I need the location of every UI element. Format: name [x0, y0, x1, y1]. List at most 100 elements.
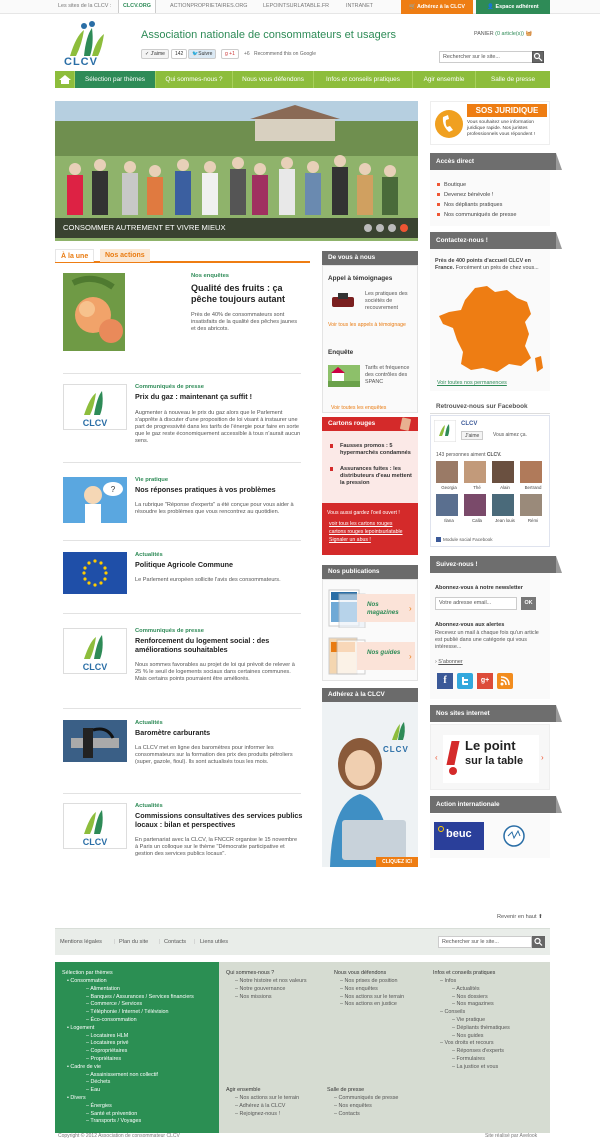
- footer-heading[interactable]: Qui sommes-nous ?: [226, 970, 274, 977]
- footer-link[interactable]: – Adhérez à la CLCV: [235, 1103, 285, 1110]
- slider-dot-4[interactable]: [400, 224, 408, 232]
- footer-theme-link[interactable]: – Propriétaires: [86, 1056, 121, 1063]
- cartons-link[interactable]: voir tous les cartons rouges: [329, 521, 392, 527]
- footer-search-button[interactable]: [532, 936, 545, 948]
- cartons-link[interactable]: cartons rouges lepointsurlatable: [329, 529, 403, 535]
- footer-link[interactable]: – La justice et vous: [452, 1064, 498, 1071]
- article-item[interactable]: CLCV Communiqués de presse Prix du gaz :…: [63, 384, 301, 454]
- rss-icon[interactable]: [497, 673, 513, 689]
- sos-juridique-box[interactable]: SOS JURIDIQUE Vous souhaitez une informa…: [430, 101, 550, 145]
- footer-link[interactable]: – Vie pratique: [452, 1017, 485, 1024]
- nav-infos-conseils[interactable]: Infos et conseils pratiques: [314, 71, 413, 88]
- footer-theme-link[interactable]: – Eau: [86, 1087, 100, 1094]
- slider-dot-1[interactable]: [364, 224, 372, 232]
- publication-magazines[interactable]: Nos magazines: [367, 601, 411, 617]
- footer-theme-link[interactable]: – Téléphonie / Internet / Télévision: [86, 1009, 169, 1016]
- footer-heading[interactable]: Nous vous défendons: [334, 970, 386, 977]
- fb-fan-avatar[interactable]: [492, 494, 514, 516]
- newsletter-email-input[interactable]: Votre adresse email...: [435, 597, 517, 610]
- publication-guides[interactable]: Nos guides: [367, 649, 411, 657]
- footer-theme-link[interactable]: – Alimentation: [86, 986, 120, 993]
- appel-link[interactable]: Voir tous les appels à témoignage: [328, 322, 414, 328]
- footer-theme-link[interactable]: – Éco-consommation: [86, 1017, 137, 1024]
- footer-link[interactable]: – Nos actions en justice: [340, 1001, 397, 1008]
- footer-theme-link[interactable]: • Cadre de vie: [67, 1064, 101, 1071]
- chevron-right-icon[interactable]: ›: [541, 753, 544, 762]
- contact-link[interactable]: Voir toutes nos permanences: [437, 380, 507, 386]
- footer-link-contacts[interactable]: Contacts: [164, 939, 186, 945]
- enquete-link[interactable]: Voir toutes les enquêtes: [331, 405, 386, 411]
- article-title[interactable]: Politique Agricole Commune: [135, 560, 305, 569]
- footer-link[interactable]: – Actualités: [452, 986, 480, 993]
- article-title[interactable]: Nos réponses pratiques à vos problèmes: [135, 485, 305, 494]
- footer-heading[interactable]: Salle de presse: [327, 1087, 364, 1094]
- article-title[interactable]: Commissions consultatives des services p…: [135, 811, 305, 829]
- footer-heading[interactable]: Agir ensemble: [226, 1087, 260, 1094]
- google-plus-button[interactable]: g +1: [221, 49, 239, 59]
- tab-a-la-une[interactable]: À la une: [55, 249, 95, 262]
- article-item[interactable]: Actualités Politique Agricole Commune Le…: [63, 552, 301, 600]
- cartons-link[interactable]: Signaler un abus !: [329, 537, 371, 543]
- panier[interactable]: PANIER (0 article(s)) 🧺: [474, 31, 532, 37]
- adherez-promo[interactable]: CLCV CLIQUEZ ICI: [322, 702, 418, 867]
- fb-like-button[interactable]: J'aime: [461, 431, 484, 440]
- fb-fan-avatar[interactable]: [520, 494, 542, 516]
- footer-link[interactable]: – Communiqués de presse: [334, 1095, 398, 1102]
- slider-dot-2[interactable]: [376, 224, 384, 232]
- nav-salle-de-presse[interactable]: Salle de presse: [476, 71, 550, 88]
- chevron-left-icon[interactable]: ‹: [435, 753, 438, 762]
- nav-agir-ensemble[interactable]: Agir ensemble: [413, 71, 476, 88]
- search-input[interactable]: Rechercher sur le site...: [439, 51, 544, 63]
- footer-link[interactable]: – Nos guides: [452, 1033, 483, 1040]
- fb-page-name[interactable]: CLCV: [461, 421, 477, 427]
- twitter-follow-button[interactable]: 🐦Suivre: [188, 49, 217, 59]
- footer-theme-link[interactable]: – Déchets: [86, 1079, 110, 1086]
- acces-item[interactable]: Boutique: [437, 182, 466, 188]
- acces-item[interactable]: Devenez bénévole !: [437, 192, 493, 198]
- footer-theme-link[interactable]: – Transports / Voyages: [86, 1118, 141, 1125]
- sabonner-link[interactable]: › S'abonner: [435, 659, 463, 665]
- enquete-text[interactable]: Tarifs et fréquence des contrôles des SP…: [365, 365, 415, 386]
- article-item[interactable]: ? Vie pratique Nos réponses pratiques à …: [63, 477, 301, 533]
- appel-text[interactable]: Les pratiques des sociétés de recouvreme…: [365, 291, 415, 312]
- footer-link[interactable]: – Vos droits et recours: [440, 1040, 494, 1047]
- footer-link[interactable]: – Formulaires: [452, 1056, 485, 1063]
- footer-link-plan[interactable]: Plan du site: [119, 939, 148, 945]
- footer-link[interactable]: – Conseils: [440, 1009, 465, 1016]
- footer-link[interactable]: – Dépliants thématiques: [452, 1025, 510, 1032]
- article-title[interactable]: Prix du gaz : maintenant ça suffit !: [135, 392, 305, 401]
- footer-link[interactable]: – Notre histoire et nos valeurs: [235, 978, 307, 985]
- footer-theme-link[interactable]: • Consommation: [67, 978, 107, 985]
- nav-qui-sommes-nous[interactable]: Qui sommes-nous ?: [156, 71, 233, 88]
- footer-link[interactable]: – Rejoignez-nous !: [235, 1111, 280, 1118]
- article-item[interactable]: Actualités Baromètre carburants La CLCV …: [63, 720, 301, 780]
- site-link-clcv[interactable]: CLCV.ORG: [118, 0, 156, 13]
- footer-theme-link[interactable]: • Divers: [67, 1095, 86, 1102]
- revenir-en-haut[interactable]: Revenir en haut ⬆: [497, 914, 543, 920]
- article-item[interactable]: CLCV Communiqués de presse Renforcement …: [63, 628, 301, 698]
- footer-theme-link[interactable]: – Santé et prévention: [86, 1111, 137, 1118]
- footer-link-mentions[interactable]: Mentions légales: [60, 939, 102, 945]
- footer-heading[interactable]: Sélection par thèmes: [62, 970, 113, 977]
- footer-link[interactable]: – Nos prises de position: [340, 978, 398, 985]
- article-item[interactable]: Nos enquêtes Qualité des fruits : ça pêc…: [63, 273, 301, 353]
- footer-theme-link[interactable]: – Copropriétaires: [86, 1048, 127, 1055]
- footer-link[interactable]: – Nos magazines: [452, 1001, 494, 1008]
- nav-selection-themes[interactable]: Sélection par thèmes: [75, 71, 156, 88]
- fb-fan-avatar[interactable]: [436, 494, 458, 516]
- article-title[interactable]: Qualité des fruits : ça pêche toujours a…: [191, 283, 301, 305]
- footer-theme-link[interactable]: • Logement: [67, 1025, 94, 1032]
- footer-link[interactable]: – Nos actions sur le terrain: [235, 1095, 299, 1102]
- footer-heading[interactable]: Infos et conseils pratiques: [433, 970, 495, 977]
- acces-item[interactable]: Nos dépliants pratiques: [437, 202, 502, 208]
- footer-theme-link[interactable]: – Banques / Assurances / Services financ…: [86, 994, 194, 1001]
- facebook-icon[interactable]: f: [437, 673, 453, 689]
- fb-fan-avatar[interactable]: [492, 461, 514, 483]
- nav-nous-vous-defendons[interactable]: Nous vous défendons: [233, 71, 314, 88]
- slider-dot-3[interactable]: [388, 224, 396, 232]
- home-button[interactable]: [55, 71, 75, 88]
- acces-item[interactable]: Nos communiqués de presse: [437, 212, 516, 218]
- site-link-actionproprietaires[interactable]: ACTIONPROPRIETAIRES.ORG: [170, 3, 247, 9]
- clcv-fb-avatar[interactable]: [433, 419, 457, 443]
- footer-link[interactable]: – Nos missions: [235, 994, 272, 1001]
